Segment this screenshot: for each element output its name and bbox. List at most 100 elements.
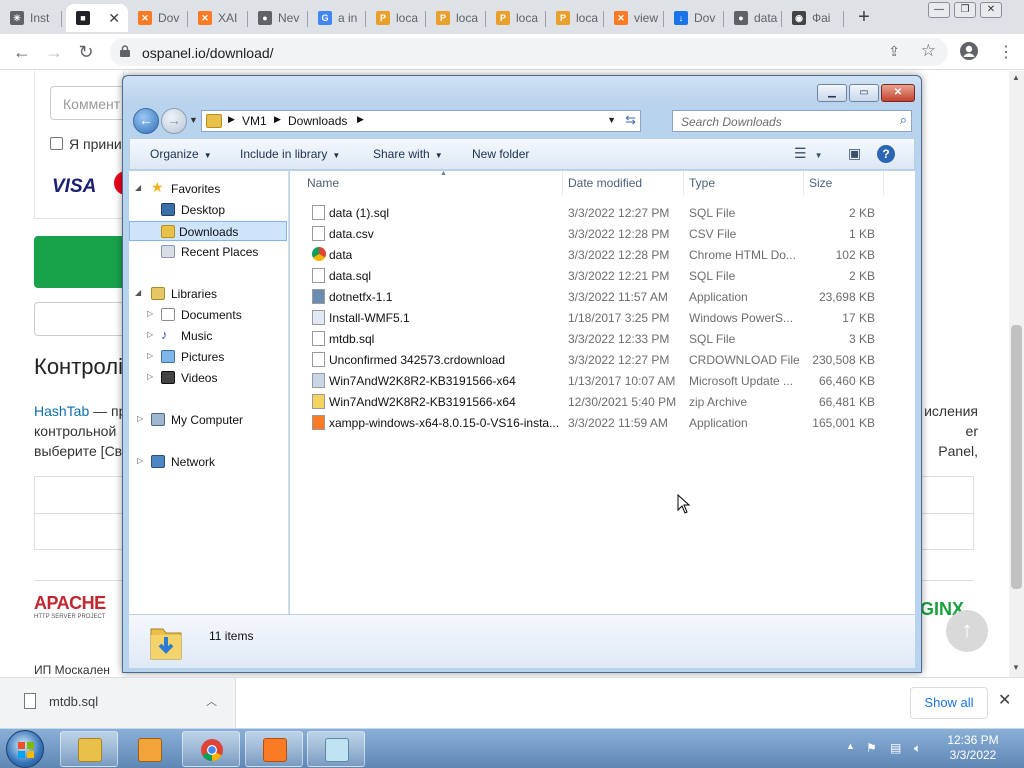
taskbar-chrome[interactable] bbox=[182, 731, 240, 767]
breadcrumb-downloads[interactable]: Downloads bbox=[288, 114, 347, 128]
file-row[interactable]: mtdb.sql 3/3/2022 12:33 PM SQL File 3 KB bbox=[290, 328, 915, 349]
file-row[interactable]: dotnetfx-1.1 3/3/2022 11:57 AM Application… bbox=[290, 286, 915, 307]
volume-icon[interactable]: 🔈︎ bbox=[914, 741, 921, 756]
chevron-up-icon[interactable]: ︿ bbox=[206, 693, 217, 709]
show-all-button[interactable]: Show all bbox=[910, 687, 988, 719]
refresh-icon[interactable]: ⇆ bbox=[625, 112, 636, 128]
file-row[interactable]: data.sql 3/3/2022 12:21 PM SQL File 2 KB bbox=[290, 265, 915, 286]
address-dropdown-icon[interactable]: ▼ bbox=[607, 115, 616, 125]
file-row[interactable]: data (1).sql 3/3/2022 12:27 PM SQL File 2 K… bbox=[290, 202, 915, 223]
browser-tab[interactable]: Ga in bbox=[308, 4, 366, 32]
explorer-maximize-button[interactable]: ▭ bbox=[849, 84, 879, 102]
taskbar-notepad[interactable] bbox=[307, 731, 365, 767]
scroll-up-arrow-icon[interactable]: ▲ bbox=[1012, 73, 1020, 82]
browser-tab[interactable]: ↓ Dov bbox=[664, 4, 724, 32]
explorer-close-button[interactable]: ✕ bbox=[881, 84, 915, 102]
forward-icon[interactable]: → bbox=[42, 40, 66, 64]
preview-pane-icon[interactable]: ▣ bbox=[848, 145, 861, 162]
nav-videos[interactable]: ▷ Videos bbox=[129, 368, 287, 388]
search-box[interactable]: Search Downloads ⌕ bbox=[672, 110, 912, 132]
search-icon[interactable]: ⌕ bbox=[900, 112, 907, 128]
network-tray-icon[interactable]: ▤ bbox=[890, 741, 901, 755]
nav-my-computer[interactable]: ▷ My Computer bbox=[129, 410, 287, 430]
start-button[interactable] bbox=[6, 730, 44, 768]
nav-network[interactable]: ▷ Network bbox=[129, 452, 287, 472]
accept-checkbox[interactable] bbox=[50, 137, 63, 150]
nav-documents[interactable]: ▷ Documents bbox=[129, 305, 287, 325]
browser-tab[interactable]: ✳ Inst bbox=[0, 4, 62, 32]
nav-pictures[interactable]: ▷ Pictures bbox=[129, 347, 287, 367]
share-icon[interactable]: ⇪ bbox=[888, 43, 900, 60]
close-window-button[interactable]: ✕ bbox=[980, 2, 1002, 18]
explorer-minimize-button[interactable]: ▁ bbox=[817, 84, 847, 102]
browser-tab[interactable]: ◉ Фаі bbox=[782, 4, 844, 32]
browser-tab[interactable]: Ploca bbox=[366, 4, 426, 32]
chevron-right-icon[interactable]: ▶ bbox=[274, 114, 281, 125]
chevron-right-icon[interactable]: ▶ bbox=[357, 114, 364, 125]
close-download-bar-icon[interactable]: ✕ bbox=[998, 690, 1011, 710]
new-tab-button[interactable]: + bbox=[852, 6, 876, 29]
taskbar-explorer[interactable] bbox=[60, 731, 118, 767]
restore-button[interactable]: ❐ bbox=[954, 2, 976, 18]
browser-tab[interactable]: ■ ✕ bbox=[66, 4, 128, 32]
file-row[interactable]: data.csv 3/3/2022 12:28 PM CSV File 1 KB bbox=[290, 223, 915, 244]
clock[interactable]: 12:36 PM 3/3/2022 bbox=[940, 733, 1006, 763]
nav-libraries[interactable]: ◢ Libraries bbox=[129, 284, 287, 304]
view-options-icon[interactable]: ☰ ▼ bbox=[794, 145, 822, 162]
column-header-name[interactable]: Name ▲ bbox=[302, 170, 563, 195]
menu-kebab-icon[interactable]: ⋮ bbox=[998, 42, 1014, 62]
explorer-back-button[interactable]: ← bbox=[133, 108, 159, 134]
scrollbar-thumb[interactable] bbox=[1011, 325, 1022, 589]
pay-button[interactable] bbox=[34, 236, 126, 288]
back-icon[interactable]: ← bbox=[10, 40, 34, 64]
address-bar[interactable]: ospanel.io/download/ ⇪ ☆ bbox=[110, 38, 948, 66]
close-tab-icon[interactable]: ✕ bbox=[108, 10, 120, 27]
file-row[interactable]: Unconfirmed 342573.crdownload 3/3/2022 12… bbox=[290, 349, 915, 370]
profile-icon[interactable] bbox=[960, 42, 978, 65]
page-scrollbar[interactable]: ▲ ▼ bbox=[1009, 71, 1024, 677]
explorer-forward-button[interactable]: → bbox=[161, 108, 187, 134]
taskbar-media-player[interactable] bbox=[120, 731, 178, 767]
browser-tab[interactable]: Ploca bbox=[546, 4, 604, 32]
column-header-size[interactable]: Size bbox=[804, 171, 884, 195]
file-row[interactable]: data 3/3/2022 12:28 PM Chrome HTML Do... 10… bbox=[290, 244, 915, 265]
window-title-bar[interactable]: ▁ ▭ ✕ bbox=[123, 76, 921, 106]
nav-music[interactable]: ▷ ♪ Music bbox=[129, 326, 287, 346]
browser-tab[interactable]: ● data bbox=[724, 4, 782, 32]
download-item[interactable]: mtdb.sql ︿ bbox=[0, 678, 236, 728]
recent-pages-dropdown[interactable]: ▼ bbox=[189, 115, 198, 125]
secondary-button[interactable] bbox=[34, 302, 126, 336]
share-with-menu[interactable]: Share with ▼ bbox=[373, 147, 443, 161]
browser-tab[interactable]: ✕ Dov bbox=[128, 4, 188, 32]
explorer-address-bar[interactable]: ▶ VM1 ▶ Downloads ▶ ▼ ⇆ bbox=[201, 110, 641, 132]
browser-tab[interactable]: ✕ view bbox=[604, 4, 664, 32]
file-row[interactable]: Win7AndW2K8R2-KB3191566-x64 12/30/2021 5:… bbox=[290, 391, 915, 412]
hashtab-link[interactable]: HashTab bbox=[34, 403, 89, 419]
include-in-library-menu[interactable]: Include in library ▼ bbox=[240, 147, 340, 161]
browser-tab[interactable]: Ploca bbox=[486, 4, 546, 32]
bookmark-star-icon[interactable]: ☆ bbox=[921, 41, 936, 61]
taskbar-xampp[interactable] bbox=[245, 731, 303, 767]
column-header-type[interactable]: Type bbox=[684, 171, 804, 195]
nav-desktop[interactable]: Desktop bbox=[129, 200, 287, 220]
show-hidden-icons[interactable]: ▲ bbox=[846, 741, 855, 751]
breadcrumb-vm1[interactable]: VM1 bbox=[242, 114, 267, 128]
file-row[interactable]: Win7AndW2K8R2-KB3191566-x64 1/13/2017 10:… bbox=[290, 370, 915, 391]
nav-recent-places[interactable]: Recent Places bbox=[129, 242, 287, 262]
file-row[interactable]: Install-WMF5.1 1/18/2017 3:25 PM Windows P… bbox=[290, 307, 915, 328]
browser-tab[interactable]: Ploca bbox=[426, 4, 486, 32]
nav-downloads[interactable]: Downloads bbox=[129, 221, 287, 241]
minimize-button[interactable]: — bbox=[928, 2, 950, 18]
organize-menu[interactable]: Organize ▼ bbox=[150, 147, 212, 161]
reload-icon[interactable]: ↻ bbox=[74, 40, 98, 64]
browser-tab[interactable]: ✕ XAI bbox=[188, 4, 248, 32]
scroll-down-arrow-icon[interactable]: ▼ bbox=[1012, 663, 1020, 672]
scroll-to-top-button[interactable]: ↑ bbox=[946, 610, 988, 652]
file-row[interactable]: xampp-windows-x64-8.0.15-0-VS16-insta...… bbox=[290, 412, 915, 433]
help-icon[interactable]: ? bbox=[877, 145, 895, 163]
browser-tab[interactable]: ● Nev bbox=[248, 4, 308, 32]
nav-favorites[interactable]: ◢ ★ Favorites bbox=[129, 179, 287, 199]
new-folder-button[interactable]: New folder bbox=[472, 147, 529, 161]
chevron-right-icon[interactable]: ▶ bbox=[228, 114, 235, 125]
column-header-date[interactable]: Date modified bbox=[563, 171, 684, 195]
